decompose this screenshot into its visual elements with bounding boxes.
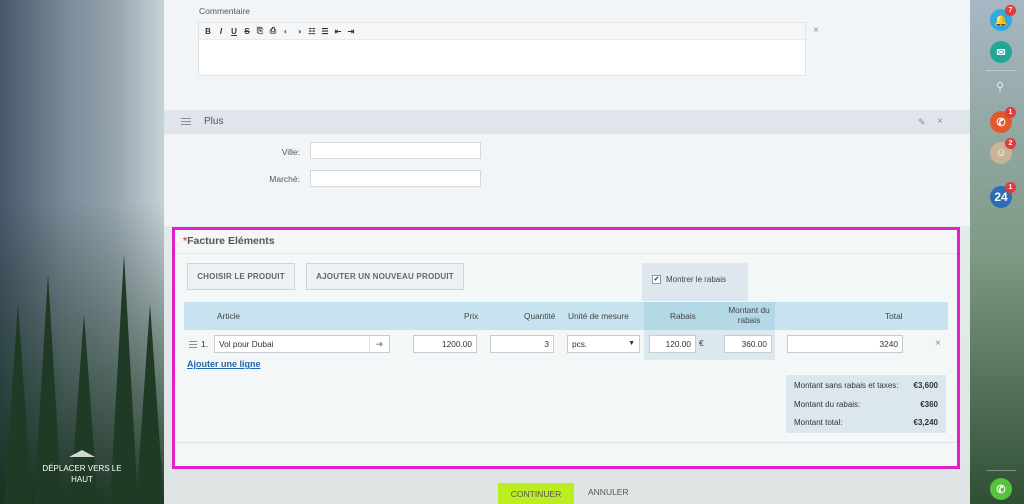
show-discount-toggle[interactable]: ✔ Montrer le rabais (642, 263, 748, 301)
notifications-badge: 7 (1005, 5, 1016, 16)
divider (175, 253, 957, 254)
comment-section: Commentaire B I U S ⎘ ⎙ ◐ ◑ ☷ ☰ ⇤ ⇥ × (164, 0, 970, 110)
ville-label: Ville: (281, 147, 300, 157)
tree-shape (4, 304, 32, 504)
currency-symbol: € (699, 338, 704, 348)
main-panel: Commentaire B I U S ⎘ ⎙ ◐ ◑ ☷ ☰ ⇤ ⇥ × Pl… (164, 0, 970, 504)
marche-label: Marché: (269, 174, 300, 184)
comment-label: Commentaire (199, 6, 251, 16)
phone-badge: 1 (1005, 107, 1016, 118)
row-index: 1. (201, 339, 209, 349)
table-row: 1. Vol pour Dubai ➜ 1200.00 3 pcs. ▼ 120… (184, 330, 948, 360)
bold-icon[interactable]: B (204, 27, 212, 36)
video-icon[interactable]: ◑ (295, 27, 303, 36)
continue-button[interactable]: CONTINUER (498, 483, 574, 504)
show-discount-label: Montrer le rabais (666, 275, 727, 284)
numbered-list-icon[interactable]: ☷ (308, 27, 316, 36)
divider (986, 70, 1016, 71)
search-icon[interactable]: ⚲ (996, 80, 1004, 93)
plus-fields: Ville: Marché: (164, 134, 970, 226)
up-arrow-icon (69, 450, 95, 457)
plus-title: Plus (204, 116, 224, 127)
add-line-link[interactable]: Ajouter une ligne (187, 359, 261, 369)
unite-select[interactable]: pcs. ▼ (567, 335, 640, 353)
italic-icon[interactable]: I (217, 27, 225, 36)
total-row: Montant du rabais: €360 (794, 400, 938, 409)
clear-format-icon[interactable]: ⎙ (269, 26, 277, 36)
article-value: Vol pour Dubai (219, 339, 274, 349)
bitrix24-icon[interactable]: 24 1 (990, 182, 1016, 208)
chevron-down-icon: ▼ (628, 340, 635, 347)
image-icon[interactable]: ◐ (282, 27, 290, 36)
edit-icon[interactable]: ✎ (918, 117, 926, 128)
underline-icon[interactable]: U (230, 27, 238, 36)
totals-box: Montant sans rabais et taxes: €3,600 Mont… (786, 375, 946, 433)
indent-icon[interactable]: ⇥ (347, 27, 355, 36)
copy-format-icon[interactable]: ⎘ (256, 26, 264, 36)
close-icon[interactable]: × (813, 25, 819, 36)
messenger-icon[interactable]: ✉ (990, 41, 1012, 63)
total-input[interactable]: 3240 (787, 335, 903, 353)
header-quantite: Quantité (524, 311, 556, 321)
editor-toolbar: B I U S ⎘ ⎙ ◐ ◑ ☷ ☰ ⇤ ⇥ (199, 23, 805, 40)
article-input[interactable]: Vol pour Dubai ➜ (214, 335, 390, 353)
marche-input[interactable] (310, 170, 481, 187)
close-icon[interactable]: × (937, 116, 943, 127)
call-icon[interactable]: ✆ (990, 478, 1012, 500)
arrow-right-icon[interactable]: ➜ (369, 336, 389, 352)
total-row: Montant sans rabais et taxes: €3,600 (794, 381, 938, 390)
background-left (0, 0, 164, 504)
header-unite: Unité de mesure (568, 311, 629, 321)
header-rabais: Rabais (670, 311, 696, 321)
header-article: Article (217, 311, 241, 321)
comment-editor[interactable]: B I U S ⎘ ⎙ ◐ ◑ ☷ ☰ ⇤ ⇥ (198, 22, 806, 76)
products-table-header: Article Prix Quantité Unité de mesure Ra… (184, 302, 948, 330)
divider (175, 442, 957, 443)
move-up-button[interactable]: DÉPLACER VERS LE HAUT (40, 450, 124, 485)
header-montant-rabais: Montant du rabais (728, 305, 770, 325)
facture-elements-section: *Facture Eléments CHOISIR LE PRODUIT AJO… (172, 227, 960, 469)
quantite-input[interactable]: 3 (490, 335, 554, 353)
show-discount-checkbox[interactable]: ✔ (652, 275, 661, 284)
background-right (970, 0, 1024, 504)
header-total: Total (885, 311, 903, 321)
b24-badge: 1 (1005, 182, 1016, 193)
notifications-icon[interactable]: 🔔 7 (990, 5, 1016, 31)
unite-value: pcs. (572, 339, 588, 349)
total-row: Montant total: €3,240 (794, 418, 938, 427)
choose-product-button[interactable]: CHOISIR LE PRODUIT (187, 263, 295, 290)
plus-section-header: Plus ✎ × (164, 110, 970, 134)
montant-rabais-input[interactable]: 360.00 (724, 335, 772, 353)
strikethrough-icon[interactable]: S (243, 27, 251, 36)
divider (986, 470, 1016, 471)
facture-title: *Facture Eléments (183, 235, 275, 247)
cancel-button[interactable]: ANNULER (588, 487, 629, 497)
bullet-list-icon[interactable]: ☰ (321, 27, 329, 36)
prix-input[interactable]: 1200.00 (413, 335, 477, 353)
move-up-label: DÉPLACER VERS LE HAUT (42, 464, 122, 484)
chat-badge: 2 (1005, 138, 1016, 149)
drag-handle-icon[interactable] (181, 118, 191, 127)
phone-icon[interactable]: ✆ 1 (990, 107, 1016, 133)
row-drag-icon[interactable] (189, 341, 197, 350)
tree-shape (136, 304, 164, 504)
ville-input[interactable] (310, 142, 481, 159)
add-new-product-button[interactable]: AJOUTER UN NOUVEAU PRODUIT (306, 263, 464, 290)
rabais-input[interactable]: 120.00 (649, 335, 696, 353)
remove-row-icon[interactable]: × (935, 338, 941, 349)
avatar[interactable]: ☺ 2 (990, 138, 1016, 164)
outdent-icon[interactable]: ⇤ (334, 27, 342, 36)
header-prix: Prix (464, 311, 479, 321)
